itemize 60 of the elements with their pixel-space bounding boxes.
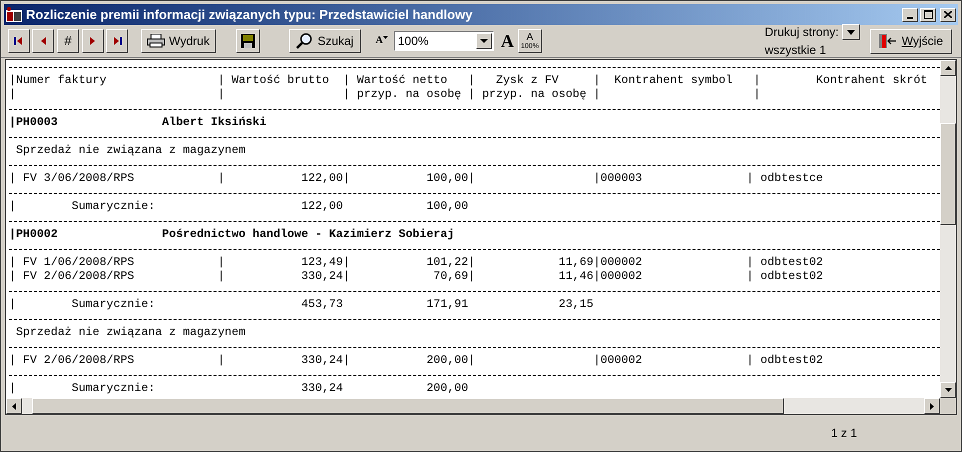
report-line: Sprzedaż nie związana z magazynem: [14, 144, 246, 158]
horizontal-scrollbar[interactable]: [6, 398, 940, 414]
zoom-combo[interactable]: 100%: [394, 31, 494, 51]
first-page-button[interactable]: [8, 29, 30, 53]
report-line: | Sumarycznie: 330,24 200,00: [9, 382, 468, 396]
caret-icon: [382, 36, 388, 39]
close-button[interactable]: [940, 8, 956, 22]
previous-page-button[interactable]: [32, 29, 54, 53]
save-button[interactable]: [236, 29, 260, 53]
page-number-button[interactable]: #: [57, 29, 79, 53]
print-pages-dropdown[interactable]: [842, 24, 860, 40]
close-icon: [944, 11, 952, 18]
report-line: | Sumarycznie: 453,73 171,91 23,15: [9, 298, 594, 312]
dropdown-arrow-icon: [846, 30, 855, 34]
exit-door-icon: [878, 34, 897, 48]
minimize-icon: [907, 16, 913, 18]
maximize-icon: [924, 10, 932, 19]
font-increase-button[interactable]: A: [500, 32, 514, 50]
report-line: | | | przyp. na osobę | przyp. na osobę | |: [9, 88, 760, 102]
report-line: | FV 3/06/2008/RPS | 122,00| 100,00| |000003 | odbtestce: [9, 172, 824, 186]
zoom-value: 100%: [396, 33, 430, 50]
print-button[interactable]: Wydruk: [141, 29, 216, 53]
print-pages-label: Drukuj strony:: [764, 24, 839, 41]
scroll-up-button[interactable]: [940, 60, 956, 76]
dropdown-arrow-icon: [480, 39, 488, 43]
report-line: |Numer faktury | Wartość brutto | Wartość netto | Zysk z FV | Kontrahent symbol | Kontrahent skrót: [9, 74, 928, 88]
maximize-button[interactable]: [920, 8, 936, 22]
up-arrow-icon: [944, 66, 952, 70]
right-arrow-icon: [930, 402, 934, 410]
group-heading: |PH0002 Pośrednictwo handlowe - Kazimierz Sobieraj: [9, 228, 454, 242]
report-line: | FV 2/06/2008/RPS | 330,24| 70,69| 11,46|000002 | odbtest02: [9, 270, 824, 284]
group-heading: |PH0003 Albert Iksiński: [9, 116, 266, 130]
minimize-button[interactable]: [902, 8, 918, 22]
scroll-thumb[interactable]: [32, 398, 784, 414]
first-page-icon: [14, 36, 24, 46]
report-line: | Sumarycznie: 122,00 100,00: [9, 200, 468, 214]
search-icon: [296, 33, 312, 49]
app-icon: [6, 6, 22, 22]
exit-button[interactable]: Wyjście: [870, 28, 952, 54]
printer-icon: [147, 34, 165, 48]
report-line: | FV 2/06/2008/RPS | 330,24| 200,00| |000002 | odbtest02: [9, 354, 824, 368]
scroll-right-button[interactable]: [924, 398, 940, 414]
font-glyph: A: [526, 32, 534, 42]
search-button[interactable]: Szukaj: [288, 29, 361, 53]
page-counter: 1 z 1: [830, 425, 857, 442]
print-pages-value: wszystkie 1: [764, 42, 826, 59]
report-line: Sprzedaż nie związana z magazynem: [14, 326, 246, 340]
last-page-button[interactable]: [106, 29, 128, 53]
font-decrease-button[interactable]: A: [376, 36, 388, 46]
down-arrow-icon: [944, 388, 952, 392]
dropdown-button[interactable]: [476, 33, 492, 49]
scroll-thumb[interactable]: [940, 123, 956, 225]
window-title: Rozliczenie premii informacji związanych typu: Przedstawiciel handlowy: [26, 6, 472, 24]
scroll-left-button[interactable]: [6, 398, 22, 414]
vertical-scrollbar[interactable]: [940, 60, 956, 398]
last-page-icon: [112, 36, 122, 46]
scroll-down-button[interactable]: [940, 382, 956, 398]
left-arrow-icon: [12, 402, 16, 410]
report-line: | FV 1/06/2008/RPS | 123,49| 101,22| 11,69|000002 | odbtest02: [9, 256, 824, 270]
next-page-button[interactable]: [82, 29, 104, 53]
